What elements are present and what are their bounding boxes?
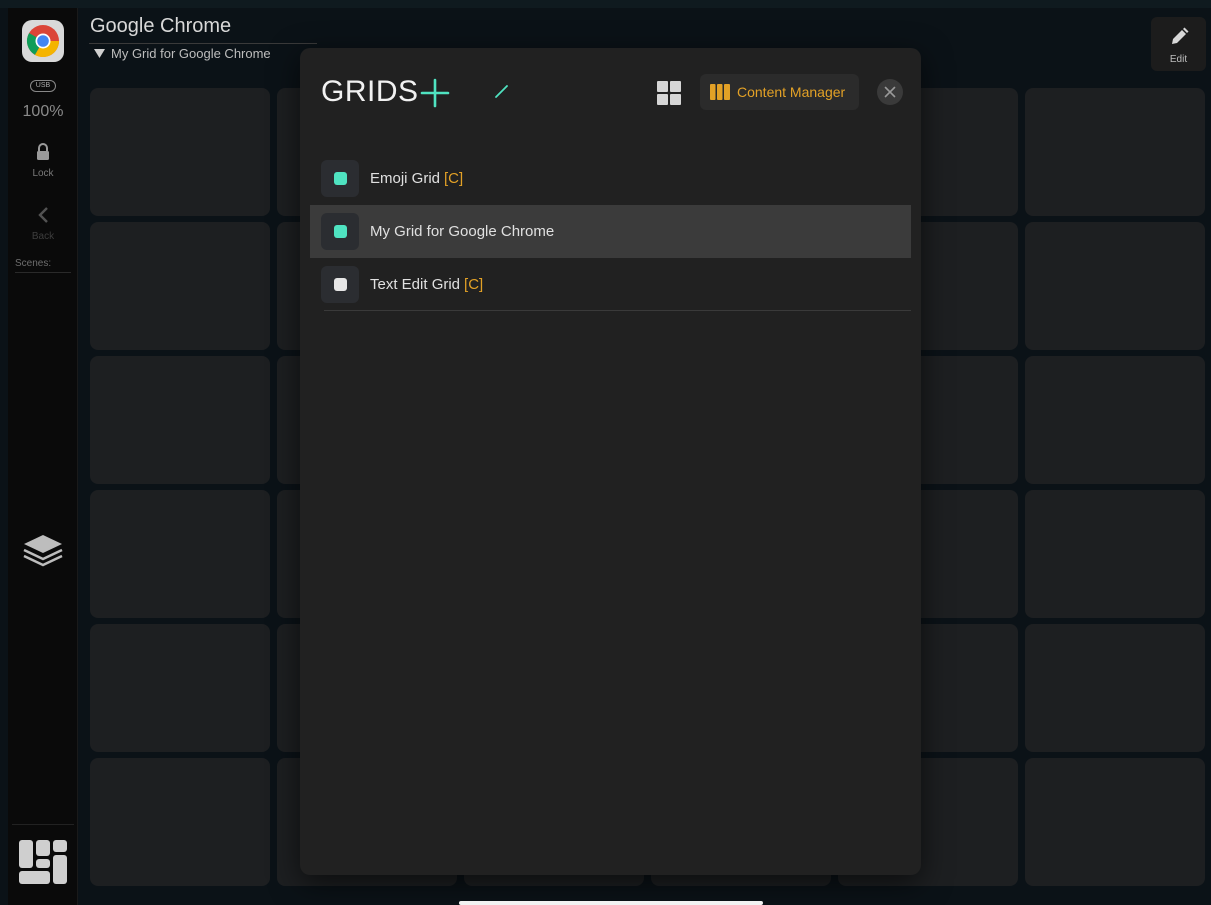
grid-tile[interactable] xyxy=(90,624,270,752)
grid-tile[interactable] xyxy=(1025,222,1205,350)
grid-name: Text Edit Grid xyxy=(370,276,461,293)
grid-name: Emoji Grid xyxy=(370,170,441,187)
grid-list-item-text-edit[interactable]: Text Edit Grid [C] xyxy=(310,258,911,311)
modal-title: GRIDS xyxy=(321,75,419,108)
color-dot xyxy=(333,172,347,185)
top-strip xyxy=(0,0,1211,8)
home-indicator[interactable] xyxy=(459,901,763,905)
usb-badge: USB xyxy=(30,80,56,92)
grid-tile[interactable] xyxy=(1025,624,1205,752)
grids-modal: GRIDS Content Manager Emoji Grid [C] My … xyxy=(300,48,921,875)
grid-icon xyxy=(657,81,681,105)
color-dot xyxy=(333,278,347,291)
sidebar-divider xyxy=(12,824,74,825)
library-icon xyxy=(710,84,730,100)
grid-list-item-chrome[interactable]: My Grid for Google Chrome xyxy=(310,205,911,258)
list-divider xyxy=(324,310,911,311)
close-button[interactable] xyxy=(877,79,903,105)
grid-tile[interactable] xyxy=(1025,88,1205,216)
add-grid-button[interactable] xyxy=(419,77,451,109)
grid-tile[interactable] xyxy=(1025,356,1205,484)
rename-grid-button[interactable] xyxy=(493,82,511,100)
screen: USB 100% Lock Back Scenes: Google Chrome… xyxy=(0,0,1211,905)
chrome-icon[interactable] xyxy=(22,20,64,62)
chrome-logo xyxy=(26,25,60,58)
grid-list: Emoji Grid [C] My Grid for Google Chrome… xyxy=(310,152,911,311)
edit-button[interactable]: Edit xyxy=(1151,17,1206,71)
current-grid-name: My Grid for Google Chrome xyxy=(111,46,271,61)
grid-tile[interactable] xyxy=(90,490,270,618)
grid-color-swatch xyxy=(321,160,359,197)
grid-tile[interactable] xyxy=(90,758,270,886)
grid-tile[interactable] xyxy=(90,356,270,484)
scenes-label: Scenes: xyxy=(15,258,71,273)
title-underline xyxy=(89,43,317,44)
grid-list-item-emoji[interactable]: Emoji Grid [C] xyxy=(310,152,911,205)
sidebar: USB 100% Lock Back Scenes: xyxy=(8,8,78,905)
grid-layout-icon[interactable] xyxy=(18,838,68,891)
pencil-icon xyxy=(1171,27,1188,44)
content-manager-label: Content Manager xyxy=(737,84,846,100)
grid-color-swatch xyxy=(321,213,359,250)
grid-tile[interactable] xyxy=(1025,490,1205,618)
back-button[interactable]: Back xyxy=(8,206,78,242)
pencil-icon xyxy=(495,85,508,98)
color-dot xyxy=(333,225,347,238)
grid-tag: [C] xyxy=(464,276,484,293)
edit-label: Edit xyxy=(1169,54,1188,65)
grid-name: My Grid for Google Chrome xyxy=(370,223,555,240)
back-label: Back xyxy=(31,231,55,242)
content-manager-button[interactable]: Content Manager xyxy=(700,74,859,110)
plus-icon xyxy=(420,78,450,108)
layers-icon[interactable] xyxy=(22,533,64,574)
grid-tile[interactable] xyxy=(1025,758,1205,886)
grid-selector[interactable]: My Grid for Google Chrome xyxy=(94,46,271,61)
lock-label: Lock xyxy=(32,168,54,179)
grid-tag: [C] xyxy=(444,170,464,187)
grid-color-swatch xyxy=(321,266,359,303)
lock-button[interactable]: Lock xyxy=(8,143,78,179)
close-icon xyxy=(884,86,896,98)
chevron-left-icon xyxy=(38,207,48,223)
lock-icon xyxy=(37,143,49,160)
grid-tile[interactable] xyxy=(90,222,270,350)
triangle-down-icon xyxy=(94,49,105,58)
grid-view-button[interactable] xyxy=(655,79,683,107)
app-title: Google Chrome xyxy=(90,15,232,37)
zoom-level: 100% xyxy=(22,103,64,120)
grid-tile[interactable] xyxy=(90,88,270,216)
